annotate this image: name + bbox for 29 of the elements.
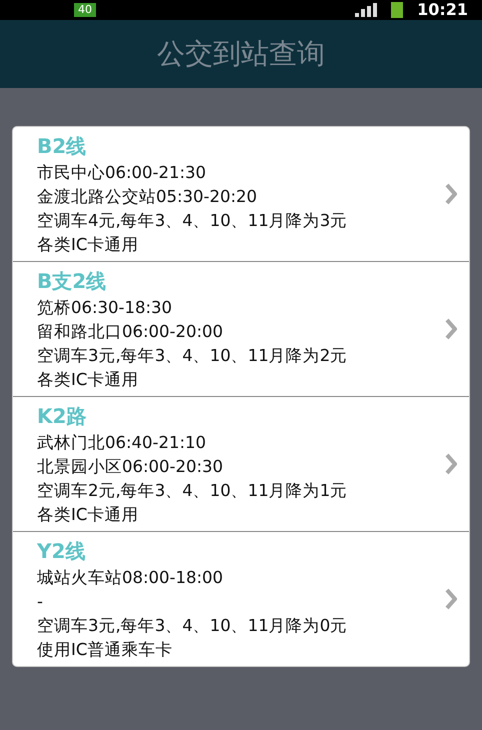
route-info-text: 城站火车站08:00-18:00 (37, 567, 224, 589)
route-info-text: 武林门北06:40-21:10 (37, 432, 208, 454)
route-info-text: 各类IC卡通用 (37, 504, 140, 526)
route-info-text: 留和路北口06:00-20:00 (37, 321, 224, 343)
route-info-text: 各类IC卡通用 (37, 234, 140, 256)
route-info-text: 空调车4元,每年3、4、10、11月降为3元 (37, 210, 348, 232)
route-info-text: 各类IC卡通用 (37, 369, 140, 391)
chevron-right-icon[interactable] (445, 183, 457, 205)
route-info-text: 金渡北路公交站05:30-20:20 (37, 186, 258, 208)
route-name[interactable]: K2路 (37, 401, 445, 431)
battery-icon (391, 2, 404, 18)
chevron-right-icon[interactable] (445, 318, 457, 340)
route-info-text: 市民中心06:00-21:30 (37, 162, 208, 184)
route-name[interactable]: B2线 (37, 131, 445, 161)
signal-icon (355, 3, 378, 17)
route-info-text: 空调车3元,每年3、4、10、11月降为2元 (37, 345, 348, 367)
route-info-text: 空调车2元,每年3、4、10、11月降为1元 (37, 480, 348, 502)
chevron-right-icon[interactable] (445, 453, 457, 475)
route-info-text: 笕桥06:30-18:30 (37, 297, 174, 319)
route-info-text: 空调车3元,每年3、4、10、11月降为0元 (37, 615, 348, 637)
route-info-text: 北景园小区06:00-20:30 (37, 456, 224, 478)
route-name[interactable]: B支2线 (37, 266, 445, 296)
chevron-right-icon[interactable] (445, 588, 457, 610)
route-info-text: 使用IC普通乘车卡 (37, 639, 174, 661)
app-title: 公交到站查询 (157, 36, 325, 72)
route-name[interactable]: Y2线 (37, 536, 445, 566)
route-info-text: - (37, 591, 44, 613)
clock-time: 10:21 (417, 0, 468, 20)
battery-level: 40 (74, 3, 96, 17)
